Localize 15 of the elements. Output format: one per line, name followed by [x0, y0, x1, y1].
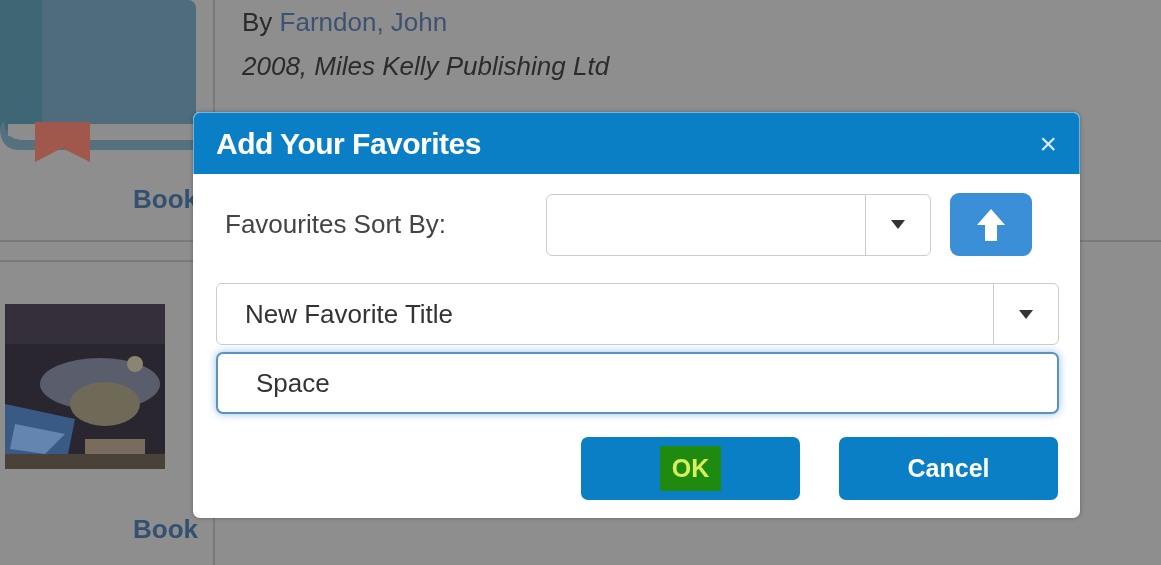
title-input[interactable]: Space [216, 352, 1059, 414]
close-button[interactable]: × [1039, 126, 1057, 161]
ok-button[interactable]: OK [581, 437, 800, 500]
caret-icon [891, 220, 905, 229]
author-prefix: By [242, 7, 273, 37]
dialog-title: Add Your Favorites [216, 126, 481, 161]
favorite-select[interactable]: New Favorite Title [216, 283, 1059, 345]
up-arrow-icon [977, 208, 1005, 241]
format-label: Book [133, 514, 198, 545]
publication-text: 2008, Miles Kelly Publishing Ltd [242, 51, 610, 81]
sort-direction-button[interactable] [950, 193, 1032, 256]
sort-by-label: Favourites Sort By: [224, 209, 448, 240]
author-link[interactable]: Farndon, John [279, 7, 448, 37]
caret-icon [1019, 309, 1033, 319]
cancel-button[interactable]: Cancel [839, 437, 1058, 500]
